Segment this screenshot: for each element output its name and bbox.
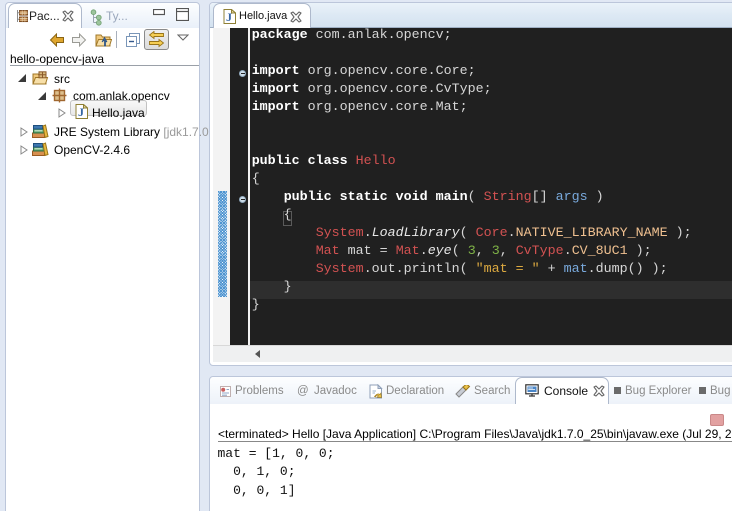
svg-text:J: J: [78, 105, 84, 119]
svg-text:J: J: [226, 10, 232, 24]
